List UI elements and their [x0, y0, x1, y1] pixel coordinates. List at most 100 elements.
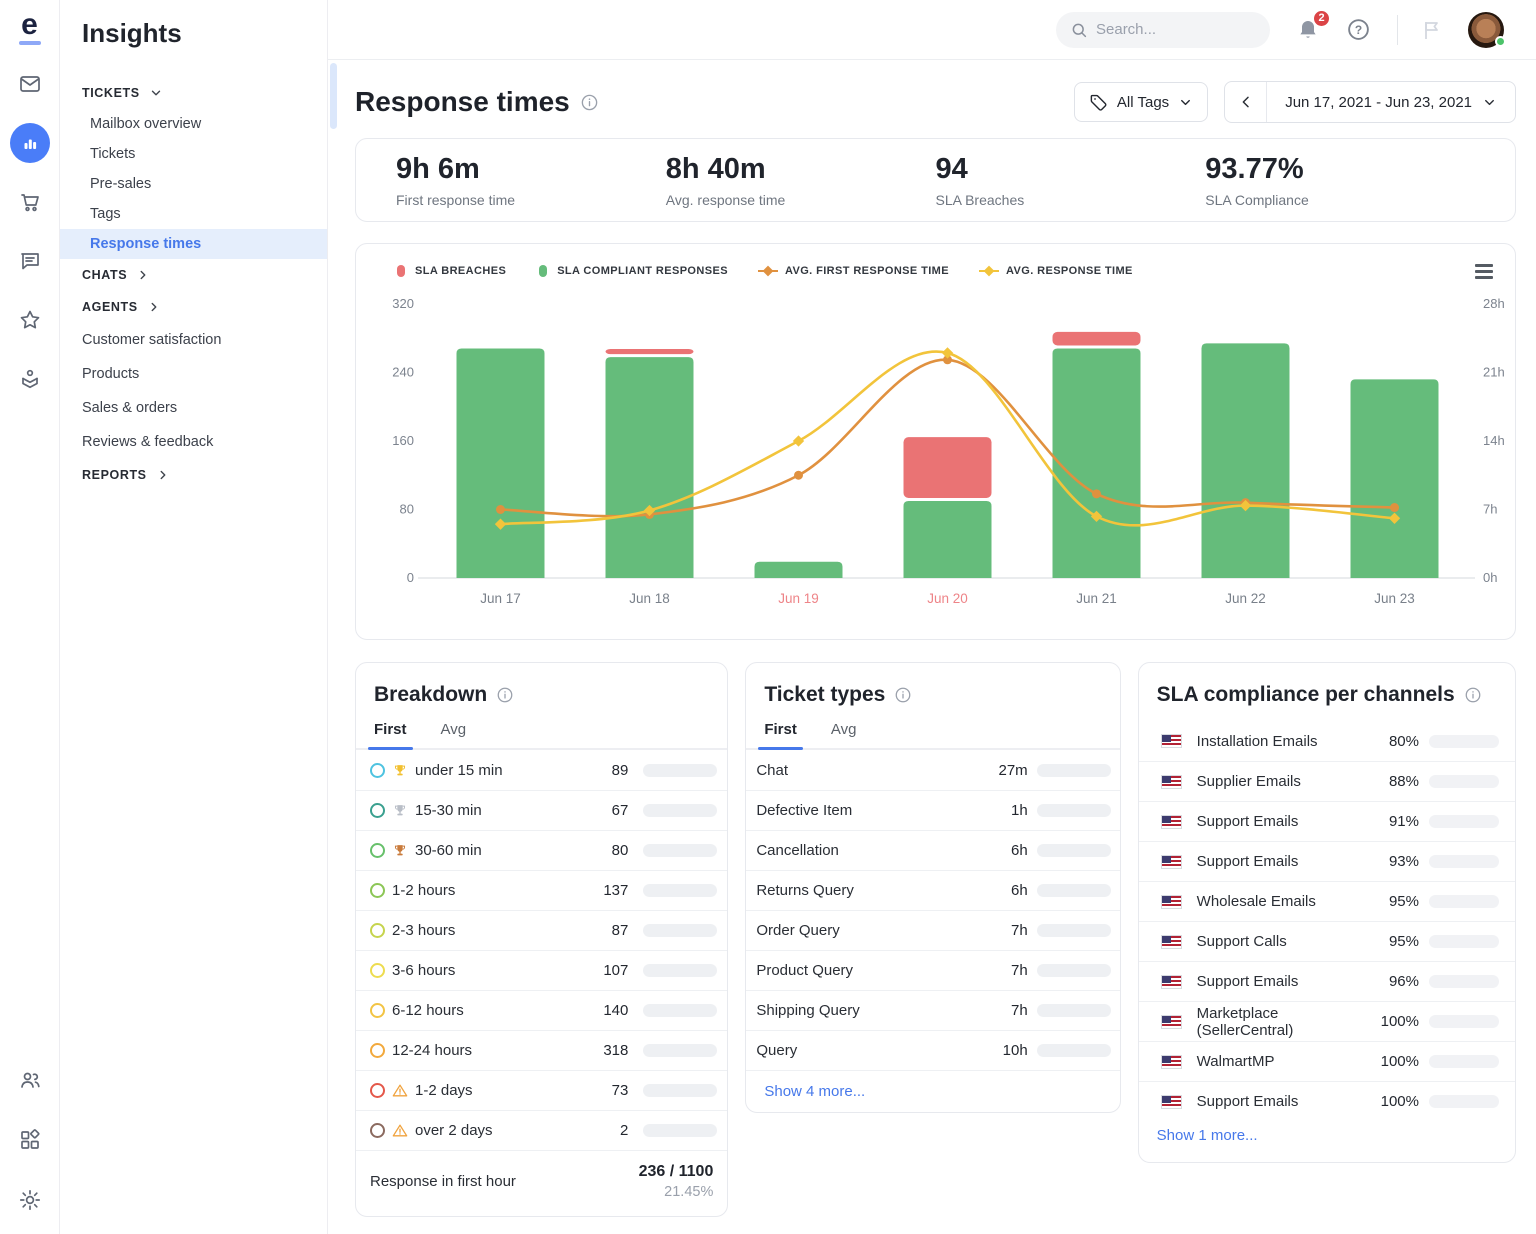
ticket-type-row-query[interactable]: Query 10h	[746, 1030, 1120, 1070]
info-icon[interactable]	[496, 686, 514, 704]
scrollbar-thumb[interactable]	[330, 63, 337, 129]
sidebar-section-reports[interactable]: REPORTS	[60, 459, 327, 491]
sidebar-section-chats[interactable]: CHATS	[60, 259, 327, 291]
sla-channel-row-support-emails-3[interactable]: Support Emails 93%	[1138, 841, 1515, 881]
cart-icon[interactable]	[10, 182, 50, 222]
all-tags-dropdown[interactable]: All Tags	[1073, 82, 1209, 122]
breakdown-row-under-15-min[interactable]: under 15 min 89	[356, 750, 727, 790]
tab-ticket-types-first[interactable]: First	[758, 721, 803, 750]
flag-icon[interactable]	[1420, 18, 1444, 42]
bar-breaches-jun-18[interactable]	[605, 348, 694, 355]
legend-item-avg-first-response-time[interactable]: AVG. FIRST RESPONSE TIME	[757, 264, 949, 278]
analytics-icon[interactable]	[9, 123, 50, 163]
sla-channel-row-walmartmp-8[interactable]: WalmartMP 100%	[1138, 1041, 1515, 1081]
settings-icon[interactable]	[10, 1180, 50, 1220]
bar-compliant-jun-22[interactable]	[1201, 343, 1290, 578]
sla-show-more-link[interactable]: Show 1 more...	[1139, 1121, 1515, 1162]
sidebar-section-tickets[interactable]: TICKETS	[60, 77, 327, 109]
breakdown-row-2-3-hours[interactable]: 2-3 hours 87	[356, 910, 728, 950]
info-icon[interactable]	[580, 93, 599, 112]
point-avg-response-time-jun-20[interactable]	[941, 347, 954, 359]
users-icon[interactable]	[10, 1060, 50, 1100]
bar-compliant-jun-17[interactable]	[456, 348, 545, 578]
tab-breakdown-first[interactable]: First	[368, 721, 412, 750]
info-icon[interactable]	[1464, 686, 1482, 704]
point-avg-first-response-time-jun-19[interactable]	[794, 470, 803, 480]
legend-item-avg-response-time[interactable]: AVG. RESPONSE TIME	[978, 264, 1133, 278]
prev-period-button[interactable]	[1225, 82, 1268, 122]
sla-channel-row-support-emails-2[interactable]: Support Emails 91%	[1138, 801, 1515, 841]
tab-ticket-types-avg[interactable]: Avg	[831, 721, 857, 748]
legend-item-sla-breaches[interactable]: SLA BREACHES	[394, 264, 506, 278]
product-box-icon[interactable]	[10, 359, 50, 399]
ticket-type-row-chat[interactable]: Chat 27m	[746, 750, 1119, 790]
bar-compliant-jun-20[interactable]	[903, 500, 992, 578]
search-box[interactable]	[1056, 11, 1270, 48]
chat-icon[interactable]	[10, 241, 50, 281]
progress-bar	[1036, 1044, 1111, 1057]
sidebar-item-mailbox-overview[interactable]: Mailbox overview	[60, 109, 327, 139]
point-avg-first-response-time-jun-17[interactable]	[496, 505, 505, 514]
user-avatar[interactable]	[1468, 11, 1506, 48]
response-times-chart[interactable]: 0 80 160 240 320 0h 7h 14h 21h 28h Jun 17 Jun 18 Jun…	[378, 288, 1523, 618]
sla-channel-row-supplier-emails-1[interactable]: Supplier Emails 88%	[1138, 761, 1515, 801]
tab-breakdown-avg[interactable]: Avg	[441, 721, 467, 748]
sla-channel-row-marketplace-sellercentral-7[interactable]: Marketplace (SellerCentral) 100%	[1138, 1001, 1515, 1041]
search-input[interactable]	[1096, 21, 1246, 38]
sidebar-item-pre-sales[interactable]: Pre-sales	[60, 169, 327, 199]
sla-channel-row-installation-emails-0[interactable]: Installation Emails 80%	[1139, 721, 1515, 761]
breakdown-row-6-12-hours[interactable]: 6-12 hours 140	[356, 990, 728, 1030]
sidebar-item-reviews-feedback[interactable]: Reviews & feedback	[60, 425, 327, 459]
point-avg-first-response-time-jun-21[interactable]	[1092, 489, 1101, 499]
point-avg-first-response-time-jun-23[interactable]	[1390, 503, 1399, 513]
date-range-picker: Jun 17, 2021 - Jun 23, 2021	[1224, 81, 1516, 123]
sla-channel-row-wholesale-emails-4[interactable]: Wholesale Emails 95%	[1138, 881, 1515, 921]
ticket-types-show-more-link[interactable]: Show 4 more...	[746, 1070, 1120, 1112]
breakdown-row-over-2-days[interactable]: over 2 days 2	[356, 1110, 728, 1150]
info-icon[interactable]	[894, 686, 912, 704]
point-avg-response-time-jun-19[interactable]	[792, 435, 805, 447]
ticket-type-row-cancellation[interactable]: Cancellation 6h	[746, 830, 1120, 870]
compliance-bar	[1429, 975, 1499, 988]
us-flag-icon	[1160, 1054, 1182, 1069]
star-icon[interactable]	[10, 300, 50, 340]
notifications-bell-icon[interactable]: 2	[1296, 8, 1331, 42]
date-range-dropdown[interactable]: Jun 17, 2021 - Jun 23, 2021	[1267, 82, 1515, 122]
ticket-type-row-product-query[interactable]: Product Query 7h	[746, 950, 1120, 990]
sidebar-item-customer-satisfaction[interactable]: Customer satisfaction	[60, 323, 327, 357]
ticket-type-row-order-query[interactable]: Order Query 7h	[746, 910, 1120, 950]
sla-channel-row-support-emails-6[interactable]: Support Emails 96%	[1138, 961, 1515, 1001]
ticket-type-row-shipping-query[interactable]: Shipping Query 7h	[746, 990, 1120, 1030]
svg-text:80: 80	[400, 502, 414, 517]
bar-breaches-jun-21[interactable]	[1052, 331, 1141, 346]
breakdown-row-1-2-hours[interactable]: 1-2 hours 137	[356, 870, 728, 910]
breakdown-row-3-6-hours[interactable]: 3-6 hours 107	[356, 950, 728, 990]
sla-channel-row-support-calls-5[interactable]: Support Calls 95%	[1138, 921, 1515, 961]
breakdown-row-1-2-days[interactable]: 1-2 days 73	[356, 1070, 728, 1110]
legend-item-sla-compliant-responses[interactable]: SLA COMPLIANT RESPONSES	[536, 264, 728, 278]
help-icon[interactable]: ?	[1346, 17, 1371, 42]
sidebar-item-response-times[interactable]: Response times	[60, 229, 327, 259]
bar-compliant-jun-23[interactable]	[1350, 379, 1439, 578]
ticket-type-row-returns-query[interactable]: Returns Query 6h	[746, 870, 1120, 910]
chart-legend: SLA BREACHES SLA COMPLIANT RESPONSES AVG. …	[378, 264, 1497, 278]
app-logo[interactable]: e	[18, 10, 41, 45]
apps-icon[interactable]	[10, 1120, 50, 1160]
breakdown-row-30-60-min[interactable]: 30-60 min 80	[356, 830, 728, 870]
sidebar-section-agents[interactable]: AGENTS	[60, 291, 327, 323]
ticket-type-row-defective-item[interactable]: Defective Item 1h	[746, 790, 1120, 830]
bar-compliant-jun-18[interactable]	[605, 357, 694, 578]
sidebar-item-tickets[interactable]: Tickets	[60, 139, 327, 169]
bar-compliant-jun-21[interactable]	[1052, 348, 1141, 578]
search-icon	[1070, 21, 1088, 39]
sidebar-item-products[interactable]: Products	[60, 357, 327, 391]
breakdown-row-15-30-min[interactable]: 15-30 min 67	[356, 790, 728, 830]
breakdown-row-12-24-hours[interactable]: 12-24 hours 318	[356, 1030, 728, 1070]
mail-icon[interactable]	[10, 64, 50, 104]
chart-menu-icon[interactable]	[1475, 264, 1493, 279]
sla-channel-row-support-emails-9[interactable]: Support Emails 100%	[1138, 1081, 1515, 1121]
sidebar-item-tags[interactable]: Tags	[60, 199, 327, 229]
bar-compliant-jun-19[interactable]	[754, 561, 843, 578]
bar-breaches-jun-20[interactable]	[903, 437, 992, 498]
sidebar-item-sales-orders[interactable]: Sales & orders	[60, 391, 327, 425]
